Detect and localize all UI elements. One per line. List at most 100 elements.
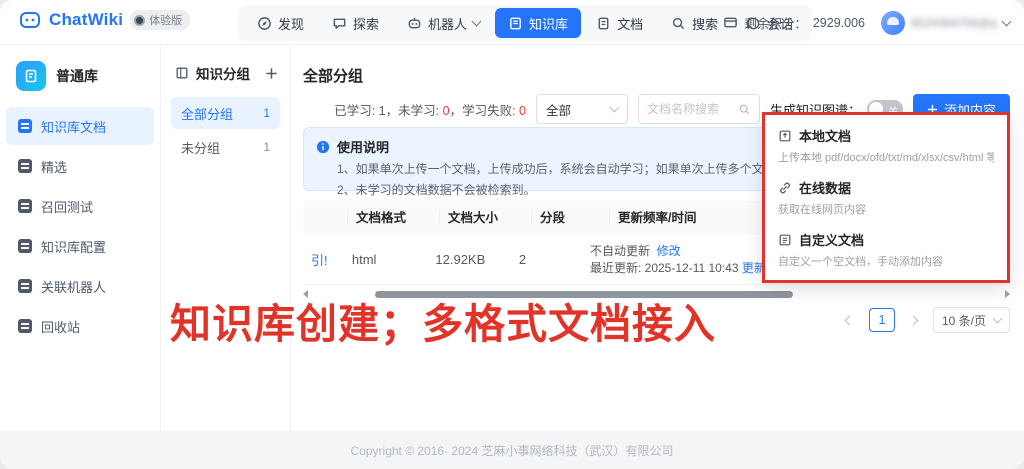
footer-copyright: Copyright © 2016- 2024 芝麻小事网络科技（武汉）有限公司: [0, 431, 1024, 469]
sidebar-item-label: 知识库文档: [41, 117, 106, 136]
menu-item-online-data[interactable]: 在线数据 获取在线网页内容: [778, 178, 994, 217]
add-content-menu: 本地文档 上传本地 pdf/docx/ofd/txt/md/xlsx/csv/h…: [762, 112, 1010, 283]
knowledge-base-icon: [508, 16, 523, 31]
credits: 剩余积分：2929.006: [723, 13, 865, 32]
chevron-down-icon: [1002, 16, 1012, 26]
user-menu[interactable]: 8524384756@q...: [881, 11, 1010, 35]
add-group-icon[interactable]: [265, 67, 278, 80]
info-icon: [316, 140, 330, 154]
nav-label: 探索: [353, 14, 379, 33]
menu-item-local-document[interactable]: 本地文档 上传本地 pdf/docx/ofd/txt/md/xlsx/csv/h…: [778, 126, 994, 165]
nav-item-discover[interactable]: 发现: [244, 8, 317, 38]
chevron-down-icon: [993, 314, 1003, 324]
menu-item-title: 本地文档: [799, 126, 851, 145]
nav-item-knowledge-base[interactable]: 知识库: [495, 8, 581, 38]
credits-icon: [723, 15, 738, 30]
page-number[interactable]: 1: [869, 308, 895, 332]
group-item-all[interactable]: 全部分组 1: [171, 97, 280, 129]
stat-sep: ，: [450, 104, 463, 118]
kb-documents-icon: [18, 119, 32, 133]
stat-failed-value: 0: [519, 104, 526, 118]
link-icon: [778, 181, 792, 195]
stat-learned-label: 已学习:: [334, 104, 378, 118]
group-count: 1: [263, 140, 270, 154]
usage-notice-title: 使用说明: [337, 137, 389, 156]
doc-segments: 2: [511, 252, 582, 267]
avatar: [881, 11, 905, 35]
learning-stats: 已学习: 1，未学习: 0，学习失败: 0: [334, 100, 526, 119]
group-label: 未分组: [181, 138, 220, 157]
chatwiki-app: ChatWiki 体验版 发现 探索 机器人 知识库: [0, 0, 1024, 469]
custom-document-icon: [778, 233, 792, 247]
explore-icon: [332, 16, 347, 31]
stat-unlearned-value: 0: [443, 104, 450, 118]
col-size: 文档大小: [439, 211, 531, 225]
menu-item-title: 在线数据: [799, 178, 851, 197]
chevron-down-icon: [472, 17, 482, 27]
document-icon: [596, 16, 611, 31]
topbar-right: 剩余积分：2929.006 8524384756@q...: [723, 0, 1010, 45]
chevron-down-icon: [610, 103, 620, 113]
menu-item-title: 自定义文档: [799, 230, 864, 249]
credits-value: 2929.006: [813, 16, 865, 30]
group-label: 全部分组: [181, 104, 233, 123]
chatwiki-logo-icon: [18, 8, 42, 32]
sidebar-item-recall-test[interactable]: 召回测试: [6, 187, 154, 225]
discover-icon: [257, 16, 272, 31]
doc-search-input[interactable]: [647, 102, 733, 116]
last-update: 最近更新: 2025-12-11 10:43: [590, 261, 739, 275]
library-icon: [16, 61, 46, 91]
trial-badge: 体验版: [130, 10, 190, 30]
doc-name-fragment[interactable]: 引!: [303, 250, 344, 269]
recycle-bin-icon: [18, 319, 32, 333]
doc-format: html: [344, 252, 428, 267]
menu-item-custom-document[interactable]: 自定义文档 自定义一个空文档，手动添加内容: [778, 230, 994, 269]
annotation-text: 知识库创建；多格式文档接入: [170, 290, 716, 350]
scroll-right-icon[interactable]: [1005, 290, 1010, 298]
nav-label: 发现: [278, 14, 304, 33]
nav-label: 知识库: [529, 14, 568, 33]
doc-update-info: 不自动更新 修改 最近更新: 2025-12-11 10:43 更新: [582, 243, 774, 277]
col-format: 文档格式: [347, 211, 439, 225]
recall-test-icon: [18, 199, 32, 213]
sidebar-item-recycle-bin[interactable]: 回收站: [6, 307, 154, 345]
groups-title: 知识分组: [196, 63, 258, 83]
library-header: 普通库: [0, 45, 160, 105]
sidebar-item-kb-documents[interactable]: 知识库文档: [6, 107, 154, 145]
sidebar: 普通库 知识库文档 精选 召回测试 知识库配置 关联机器人 回收站: [0, 45, 160, 469]
nav-item-search[interactable]: 搜索: [658, 8, 731, 38]
user-email: 8524384756@q...: [911, 16, 997, 30]
nav-item-robot[interactable]: 机器人: [394, 8, 493, 38]
groups-header: 知识分组: [161, 45, 290, 95]
sidebar-item-featured[interactable]: 精选: [6, 147, 154, 185]
next-page-icon[interactable]: [903, 308, 925, 332]
menu-item-desc: 上传本地 pdf/docx/ofd/txt/md/xlsx/csv/html 等…: [778, 149, 994, 165]
sidebar-item-label: 关联机器人: [41, 277, 106, 296]
status-filter-value: 全部: [546, 100, 571, 119]
group-count: 1: [263, 106, 270, 120]
nav-label: 搜索: [692, 14, 718, 33]
update-mode: 不自动更新: [590, 244, 650, 258]
nav-item-documents[interactable]: 文档: [583, 8, 656, 38]
page-size-value: 10 条/页: [942, 312, 986, 329]
linked-robots-icon: [18, 279, 32, 293]
sidebar-item-linked-robots[interactable]: 关联机器人: [6, 267, 154, 305]
brand[interactable]: ChatWiki 体验版: [18, 8, 190, 32]
stat-failed-label: 学习失败:: [462, 104, 519, 118]
sidebar-item-label: 精选: [41, 157, 67, 176]
sidebar-item-label: 知识库配置: [41, 237, 106, 256]
trial-icon: [134, 15, 145, 26]
group-item-ungrouped[interactable]: 未分组 1: [171, 131, 280, 163]
page-size-select[interactable]: 10 条/页: [933, 307, 1010, 333]
stat-unlearned-label: 未学习:: [398, 104, 442, 118]
nav-item-explore[interactable]: 探索: [319, 8, 392, 38]
search-icon[interactable]: [738, 103, 751, 116]
modify-link[interactable]: 修改: [657, 244, 681, 258]
page-title: 全部分组: [303, 65, 363, 86]
sidebar-item-kb-config[interactable]: 知识库配置: [6, 227, 154, 265]
status-filter-select[interactable]: 全部: [536, 94, 628, 124]
doc-size: 12.92KB: [427, 252, 511, 267]
prev-page-icon[interactable]: [839, 308, 861, 332]
doc-search: [638, 94, 760, 124]
stat-learned-value: 1: [379, 104, 386, 118]
